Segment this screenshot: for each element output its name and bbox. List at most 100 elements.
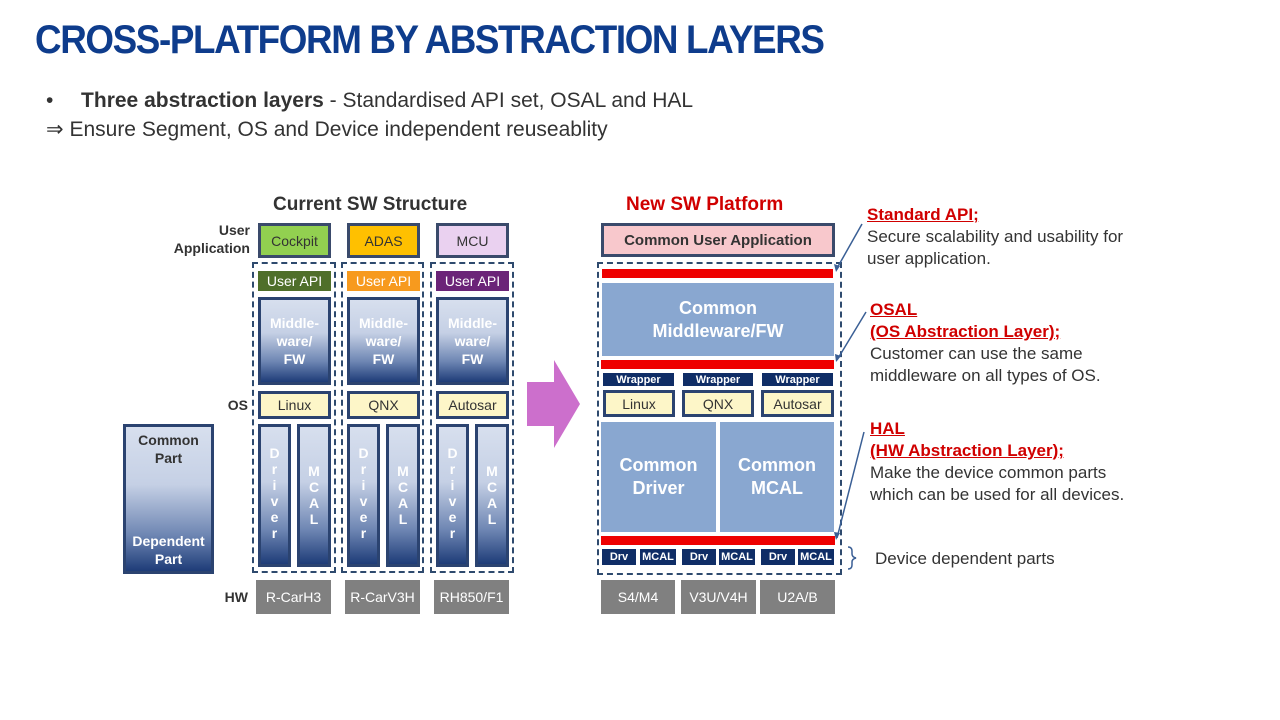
bullet-1-bold: Three abstraction layers: [81, 89, 324, 112]
middleware-line2: ware/: [365, 333, 402, 349]
hal-layer: [601, 536, 835, 545]
wrapper-2: Wrapper: [683, 373, 753, 386]
standard-api-layer: [602, 269, 833, 278]
mcal-box: MCAL: [297, 424, 331, 567]
middleware-line1: Common: [679, 297, 757, 318]
device-part-drv: Drv: [602, 549, 636, 565]
driver-letter: r: [360, 461, 367, 477]
mcal-box: MCAL: [475, 424, 509, 567]
driver-letter: e: [359, 509, 368, 525]
callout-hal-heading-2: (HW Abstraction Layer);: [870, 441, 1064, 460]
middleware-line2: ware/: [454, 333, 491, 349]
common-mcal-line2: MCAL: [751, 478, 803, 498]
middleware-box: Middle- ware/ FW: [347, 297, 420, 385]
middleware-line3: FW: [461, 351, 484, 367]
callout-hal-text-1: Make the device common parts: [870, 463, 1107, 482]
os-box: Autosar: [436, 391, 509, 419]
wrapper-3: Wrapper: [762, 373, 833, 386]
user-app-box: Cockpit: [258, 223, 331, 258]
legend-dependent: Dependent Part: [132, 532, 204, 568]
hw-s4-m4: S4/M4: [601, 580, 675, 614]
mcal-letter: C: [308, 479, 320, 495]
callout-api-text-1: Secure scalability and usability for: [867, 227, 1124, 246]
middleware-box: Middle- ware/ FW: [436, 297, 509, 385]
mcal-letter: M: [397, 463, 409, 479]
bullet-1: • Three abstraction layers - Standardise…: [46, 89, 693, 113]
callout-osal: OSAL (OS Abstraction Layer); Customer ca…: [870, 299, 1101, 387]
os-box: QNX: [347, 391, 420, 419]
device-part-mcal: MCAL: [640, 549, 676, 565]
callout-api-text-2: user application.: [867, 249, 991, 268]
row-label-application: Application: [173, 240, 250, 256]
legend-common-line2: Part: [154, 450, 183, 466]
middleware-line2: Middleware/FW: [652, 320, 784, 341]
driver-letter: D: [447, 445, 458, 461]
mcal-box: MCAL: [386, 424, 420, 567]
bullet-symbol: •: [46, 89, 54, 112]
hw-box: R-CarV3H: [345, 580, 420, 614]
mcal-letter: A: [308, 495, 320, 511]
common-dependent-legend: Common Part Dependent Part: [123, 424, 214, 574]
callout-osal-heading-1: OSAL: [870, 300, 918, 319]
driver-letter: i: [361, 477, 366, 493]
callout-hal-heading-1: HAL: [870, 419, 905, 438]
bullet-1-text: - Standardised API set, OSAL and HAL: [323, 89, 694, 112]
user-api-box: User API: [347, 271, 420, 291]
legend-common-line1: Common: [138, 432, 199, 448]
user-app-box: ADAS: [347, 223, 420, 258]
driver-letter: D: [358, 445, 369, 461]
driver-letter: i: [272, 477, 277, 493]
driver-letter: r: [449, 525, 456, 541]
driver-box: Driver: [258, 424, 291, 567]
middleware-line3: FW: [283, 351, 306, 367]
user-api-box: User API: [258, 271, 331, 291]
mcal-letter: L: [398, 511, 408, 527]
driver-letter: r: [449, 461, 456, 477]
row-label-user: User: [218, 222, 250, 238]
callout-osal-heading-2: (OS Abstraction Layer);: [870, 322, 1061, 341]
page-title: CROSS-PLATFORM BY ABSTRACTION LAYERS: [35, 18, 825, 62]
driver-box: Driver: [347, 424, 380, 567]
row-label-user-application: User Application: [160, 221, 250, 257]
middleware-box: Middle- ware/ FW: [258, 297, 331, 385]
device-dependent-label: Device dependent parts: [875, 549, 1055, 568]
row-label-hw: HW: [224, 589, 248, 605]
driver-letter: D: [269, 445, 280, 461]
hw-u2a-b: U2A/B: [760, 580, 835, 614]
current-heading: Current SW Structure: [273, 194, 468, 215]
middleware-line1: Middle-: [448, 315, 497, 331]
legend-dependent-line2: Part: [154, 551, 183, 567]
middleware-line2: ware/: [276, 333, 313, 349]
common-middleware: Common Middleware/FW: [602, 283, 834, 356]
driver-letter: v: [448, 493, 457, 509]
driver-letter: e: [448, 509, 457, 525]
bullet-2-text: Ensure Segment, OS and Device independen…: [69, 118, 608, 141]
mcal-letter: M: [308, 463, 320, 479]
hw-box: RH850/F1: [434, 580, 509, 614]
osal-layer: [601, 360, 834, 369]
new-heading: New SW Platform: [626, 194, 784, 215]
common-driver-line1: Common: [619, 455, 698, 475]
mcal-letter: C: [397, 479, 409, 495]
middleware-line1: Middle-: [270, 315, 319, 331]
bullet-2: ⇒ Ensure Segment, OS and Device independ…: [46, 117, 608, 142]
driver-letter: v: [270, 493, 279, 509]
common-mcal: Common MCAL: [720, 422, 834, 532]
driver-letter: r: [271, 525, 278, 541]
os-box: Linux: [258, 391, 331, 419]
legend-dependent-line1: Dependent: [132, 533, 205, 549]
driver-letter: v: [359, 493, 368, 509]
driver-letter: r: [271, 461, 278, 477]
os-autosar: Autosar: [761, 390, 834, 417]
callout-standard-api: Standard API; Secure scalability and usa…: [867, 204, 1123, 270]
driver-letter: i: [450, 477, 455, 493]
driver-box: Driver: [436, 424, 469, 567]
wrapper-1: Wrapper: [603, 373, 674, 386]
legend-common: Common Part: [138, 431, 199, 467]
mcal-letter: M: [486, 463, 498, 479]
driver-letter: e: [270, 509, 279, 525]
mcal-letter: L: [309, 511, 319, 527]
common-driver: Common Driver: [601, 422, 716, 532]
common-mcal-line1: Common: [738, 455, 816, 475]
middleware-line3: FW: [372, 351, 395, 367]
